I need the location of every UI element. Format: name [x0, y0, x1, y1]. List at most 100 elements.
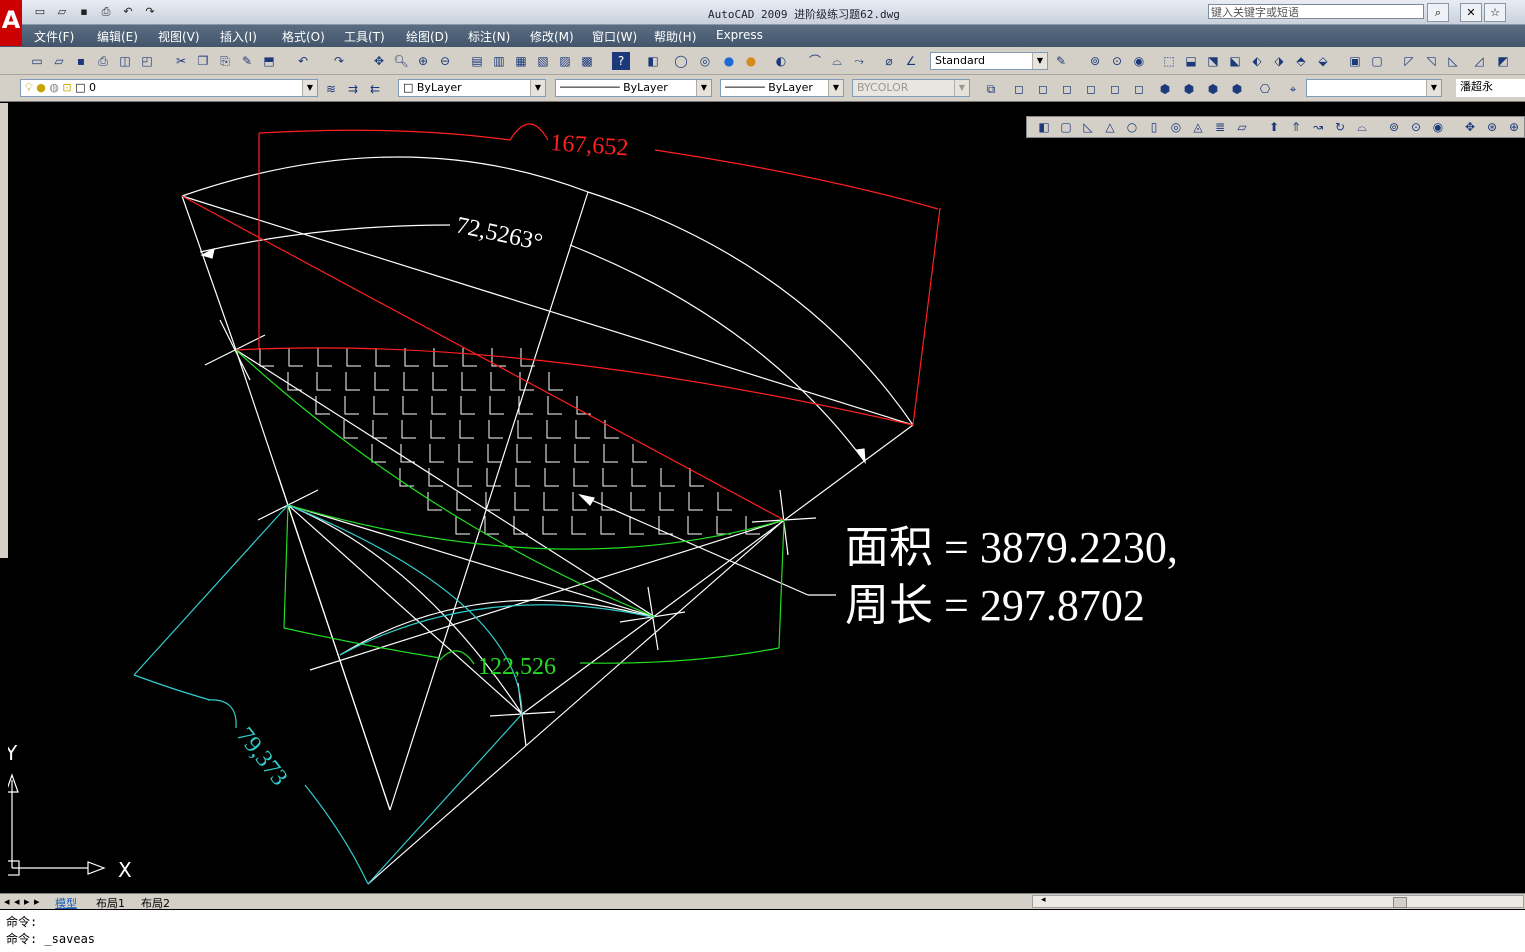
rotate-faces-icon[interactable]: ⬖ [1248, 52, 1266, 70]
menu-help[interactable]: 帮助(H) [654, 28, 696, 45]
help-search-input[interactable]: 键入关键字或短语 [1208, 4, 1424, 19]
bottom-view-icon[interactable]: ◻ [1034, 80, 1052, 98]
sw-iso-icon[interactable]: ⬢ [1156, 80, 1174, 98]
sphere-icon[interactable]: ○ [1123, 118, 1141, 136]
perimeter-text[interactable]: 周长 = 297.8702 [845, 581, 1145, 630]
search-icon[interactable]: ⌕ [1427, 3, 1449, 22]
tool-a-icon[interactable]: ◿ [1470, 52, 1488, 70]
menu-modify[interactable]: 修改(M) [530, 28, 574, 45]
pan-icon[interactable]: ✥ [370, 52, 388, 70]
wedge-icon[interactable]: ◺ [1079, 118, 1097, 136]
command-line[interactable]: 命令: 命令: _saveas [0, 910, 1525, 952]
menu-format[interactable]: 格式(O) [282, 28, 325, 45]
zoom-previous-icon[interactable]: ⊖ [436, 52, 454, 70]
markup-icon[interactable]: ▨ [556, 52, 574, 70]
block-editor-icon[interactable]: ⬒ [260, 52, 278, 70]
move-faces-icon[interactable]: ⬓ [1182, 52, 1200, 70]
jogged-icon[interactable]: ⤳ [850, 52, 868, 70]
chevron-down-icon[interactable]: ▼ [696, 80, 711, 96]
angular-icon[interactable]: ∠ [902, 52, 920, 70]
dist-icon[interactable]: ◧ [644, 52, 662, 70]
ucs-combo[interactable]: ▼ [1306, 79, 1442, 97]
visual-style-wireframe-icon[interactable]: ◯ [672, 52, 690, 70]
helix-icon[interactable]: ≣ [1211, 118, 1229, 136]
3d-move-icon[interactable]: ✥ [1461, 118, 1479, 136]
make-current-icon[interactable]: ⇉ [344, 80, 362, 98]
menu-express[interactable]: Express [716, 28, 763, 42]
print-icon[interactable]: ⎙ [98, 5, 114, 19]
tab-layout1[interactable]: 布局1 [96, 895, 125, 911]
back-view-icon[interactable]: ◻ [1130, 80, 1148, 98]
communication-center-icon[interactable]: ✕ [1460, 3, 1482, 22]
top-view-icon[interactable]: ◻ [1010, 80, 1028, 98]
render-icon[interactable]: ◐ [772, 52, 790, 70]
arc-length-icon[interactable]: ⌒ [806, 52, 824, 70]
intersect-solid-icon[interactable]: ◉ [1429, 118, 1447, 136]
menu-dimension[interactable]: 标注(N) [468, 28, 510, 45]
horizontal-scrollbar[interactable]: ◂ [1032, 895, 1524, 908]
qopen-icon[interactable]: ▱ [50, 52, 68, 70]
dimstyle-combo[interactable]: Standard ▼ [930, 52, 1048, 70]
diameter-icon[interactable]: ⌀ [880, 52, 898, 70]
box-icon[interactable]: ▢ [1057, 118, 1075, 136]
chevron-down-icon[interactable]: ▼ [954, 80, 969, 96]
freeze-icon[interactable]: ◍ [49, 81, 59, 94]
linetype-combo[interactable]: ───────── ByLayer ▼ [555, 79, 712, 97]
clean-icon[interactable]: ▢ [1368, 52, 1386, 70]
subtract-solid-icon[interactable]: ⊙ [1407, 118, 1425, 136]
color-faces-icon[interactable]: ⬙ [1314, 52, 1332, 70]
tab-last-icon[interactable]: ▸ [34, 895, 40, 908]
ne-iso-icon[interactable]: ⬢ [1204, 80, 1222, 98]
chevron-down-icon[interactable]: ▼ [530, 80, 545, 96]
imprint-icon[interactable]: ▣ [1346, 52, 1364, 70]
lineweight-combo[interactable]: ────── ByLayer ▼ [720, 79, 844, 97]
chevron-down-icon[interactable]: ▼ [302, 80, 317, 96]
layer-previous-icon[interactable]: ⇇ [366, 80, 384, 98]
design-center-icon[interactable]: ▥ [490, 52, 508, 70]
undo-icon[interactable]: ↶ [120, 5, 136, 19]
chevron-down-icon[interactable]: ▼ [1032, 53, 1047, 69]
tab-prev-icon[interactable]: ◂ [14, 895, 20, 908]
properties-icon[interactable]: ▤ [468, 52, 486, 70]
subtract-icon[interactable]: ⊙ [1108, 52, 1126, 70]
menu-file[interactable]: 文件(F) [34, 28, 74, 45]
qnew-icon[interactable]: ▭ [28, 52, 46, 70]
drawing-canvas[interactable]: 167,652 72,5263° 122,526 79,373 面积 = 387… [8, 103, 1525, 893]
redo-toolbar-icon[interactable]: ↷ [330, 52, 348, 70]
menu-view[interactable]: 视图(V) [158, 28, 200, 45]
redo-icon[interactable]: ↷ [142, 5, 158, 19]
pyramid-icon[interactable]: ◬ [1189, 118, 1207, 136]
new-file-icon[interactable]: ▭ [32, 5, 48, 19]
match-properties-icon[interactable]: ✎ [238, 52, 256, 70]
presspull-icon[interactable]: ⇑ [1287, 118, 1305, 136]
visual-style-conceptual-icon[interactable]: ● [742, 52, 760, 70]
visual-style-hidden-icon[interactable]: ◎ [696, 52, 714, 70]
right-view-icon[interactable]: ◻ [1082, 80, 1100, 98]
planar-surface-icon[interactable]: ▱ [1233, 118, 1251, 136]
tab-layout2[interactable]: 布局2 [141, 895, 170, 911]
layer-combo[interactable]: 💡︎ ● ◍ ⊡ □ 0 ▼ [20, 79, 318, 97]
publish-icon[interactable]: ◰ [138, 52, 156, 70]
check-icon[interactable]: ◺ [1444, 52, 1462, 70]
zoom-realtime-icon[interactable]: 🔍︎ [392, 52, 410, 70]
tab-model[interactable]: 模型 [55, 895, 77, 911]
delete-faces-icon[interactable]: ⬕ [1226, 52, 1244, 70]
copy-faces-icon[interactable]: ⬘ [1292, 52, 1310, 70]
scroll-left-icon[interactable]: ◂ [1041, 895, 1046, 905]
plot-icon[interactable]: ⎙ [94, 52, 112, 70]
color-combo[interactable]: □ ByLayer ▼ [398, 79, 546, 97]
loft-icon[interactable]: ⌓ [1353, 118, 1371, 136]
menu-draw[interactable]: 绘图(D) [406, 28, 449, 45]
3d-align-icon[interactable]: ⊕ [1505, 118, 1523, 136]
separate-icon[interactable]: ◸ [1400, 52, 1418, 70]
sun-icon[interactable]: ● [36, 81, 46, 94]
chevron-down-icon[interactable]: ▼ [1426, 80, 1441, 96]
tool-palettes-icon[interactable]: ▦ [512, 52, 530, 70]
union-solid-icon[interactable]: ⊚ [1385, 118, 1403, 136]
chevron-down-icon[interactable]: ▼ [828, 80, 843, 96]
cone-icon[interactable]: △ [1101, 118, 1119, 136]
extrude-faces-icon[interactable]: ⬚ [1160, 52, 1178, 70]
visual-style-realistic-icon[interactable]: ● [720, 52, 738, 70]
help-icon[interactable]: ? [612, 52, 630, 70]
intersect-icon[interactable]: ◉ [1130, 52, 1148, 70]
